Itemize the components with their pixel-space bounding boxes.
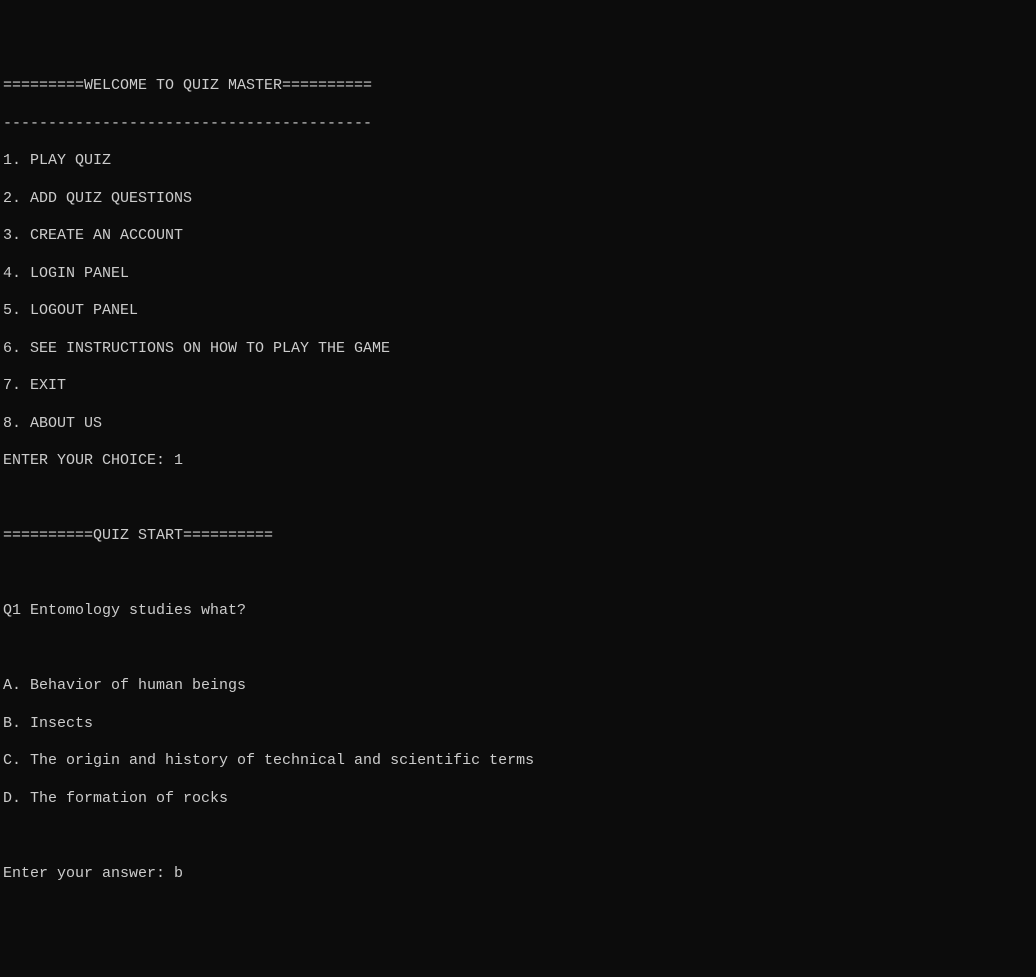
menu-item-6: 6. SEE INSTRUCTIONS ON HOW TO PLAY THE G… [3,340,1033,359]
menu-item-8: 8. ABOUT US [3,415,1033,434]
quiz-option-a: A. Behavior of human beings [3,677,1033,696]
blank-1 [3,490,1033,509]
quiz-option-c: C. The origin and history of technical a… [3,752,1033,771]
quiz-option-d: D. The formation of rocks [3,790,1033,809]
menu-item-3: 3. CREATE AN ACCOUNT [3,227,1033,246]
choice-input[interactable]: 1 [174,452,183,469]
blank-4 [3,827,1033,846]
quiz-option-b: B. Insects [3,715,1033,734]
answer-line[interactable]: Enter your answer: b [3,865,1033,884]
blank-2 [3,565,1033,584]
quiz-question: Q1 Entomology studies what? [3,602,1033,621]
menu-item-4: 4. LOGIN PANEL [3,265,1033,284]
menu-item-2: 2. ADD QUIZ QUESTIONS [3,190,1033,209]
choice-line[interactable]: ENTER YOUR CHOICE: 1 [3,452,1033,471]
answer-input[interactable]: b [174,865,183,882]
choice-prompt: ENTER YOUR CHOICE: [3,452,174,469]
blank-3 [3,640,1033,659]
quiz-start-line: ==========QUIZ START========== [3,527,1033,546]
header-divider: ----------------------------------------… [3,115,1033,134]
answer-prompt: Enter your answer: [3,865,174,882]
menu-item-5: 5. LOGOUT PANEL [3,302,1033,321]
menu-item-1: 1. PLAY QUIZ [3,152,1033,171]
menu-item-7: 7. EXIT [3,377,1033,396]
header-title: =========WELCOME TO QUIZ MASTER=========… [3,77,1033,96]
